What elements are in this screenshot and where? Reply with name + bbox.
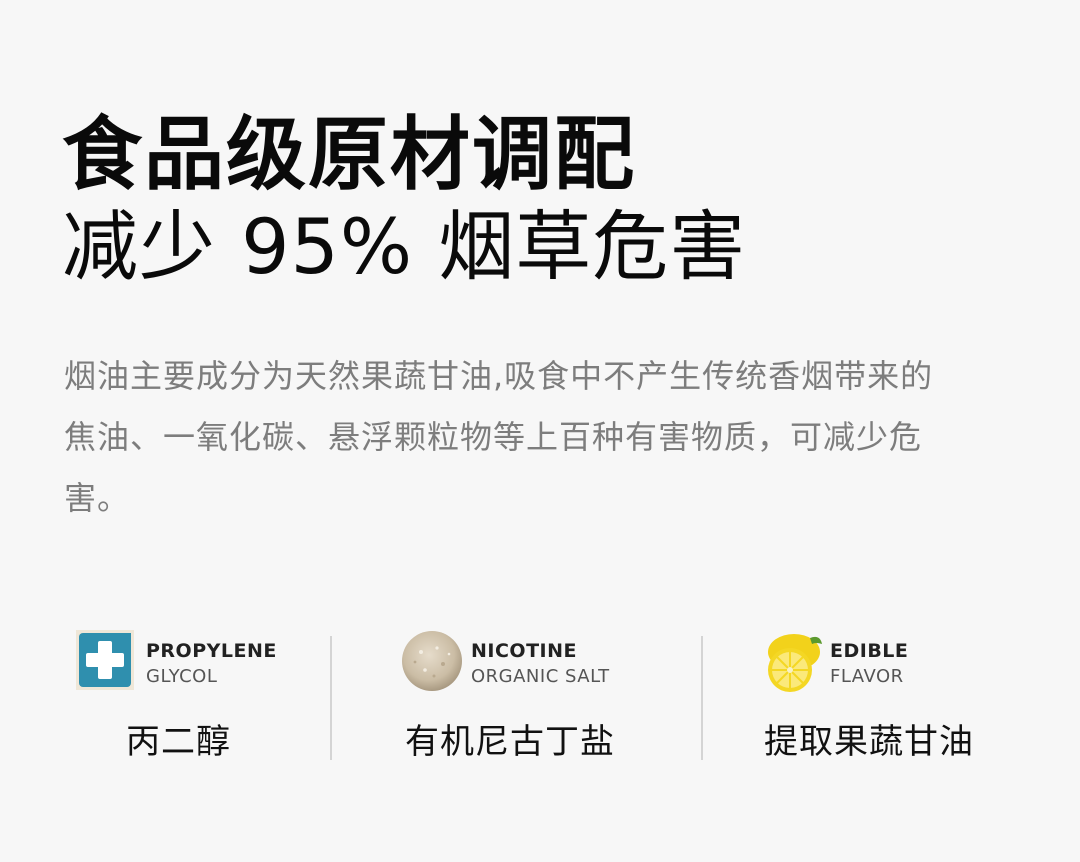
feature-en-title: EDIBLE bbox=[830, 640, 909, 662]
lemon-icon bbox=[760, 630, 824, 694]
divider bbox=[330, 636, 332, 760]
description-text: 烟油主要成分为天然果蔬甘油,吸食中不产生传统香烟带来的焦油、一氧化碳、悬浮颗粒物… bbox=[64, 357, 934, 517]
medical-cross-icon bbox=[76, 630, 140, 694]
headline: 食品级原材调配 bbox=[62, 108, 636, 201]
feature-cn-label: 有机尼古丁盐 bbox=[405, 722, 615, 762]
feature-en-title: NICOTINE bbox=[471, 640, 577, 662]
feature-cn-label: 丙二醇 bbox=[126, 722, 231, 762]
feature-en-subtitle: FLAVOR bbox=[830, 666, 904, 687]
feature-en-title: PROPYLENE bbox=[146, 640, 277, 662]
subheadline: 减少 95% 烟草危害 bbox=[62, 202, 747, 291]
salt-crystal-icon bbox=[401, 630, 465, 694]
feature-cn-label: 提取果蔬甘油 bbox=[764, 722, 974, 762]
divider bbox=[701, 636, 703, 760]
feature-row: PROPYLENE GLYCOL 丙二醇 NICOTINE ORGANIC SA… bbox=[0, 630, 1080, 770]
feature-en-subtitle: GLYCOL bbox=[146, 666, 218, 687]
feature-en-subtitle: ORGANIC SALT bbox=[471, 666, 610, 687]
